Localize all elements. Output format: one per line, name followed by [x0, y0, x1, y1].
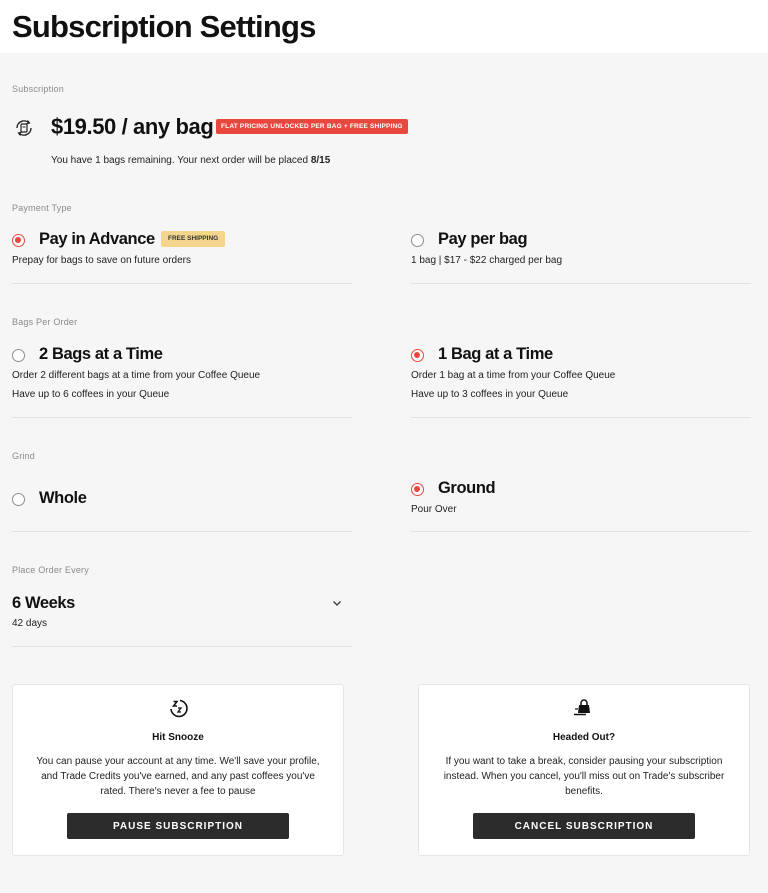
subscription-section-label: Subscription [12, 84, 64, 94]
radio-unselected[interactable] [12, 349, 25, 362]
frequency-section-label: Place Order Every [12, 565, 89, 575]
payment-option-pay-per-bag[interactable]: Pay per bag 1 bag | $17 - $22 charged pe… [411, 230, 751, 270]
bags-remaining-prefix: You have 1 bags remaining. Your next ord… [51, 155, 311, 166]
option-title: 2 Bags at a Time [39, 345, 163, 363]
cancel-subscription-button[interactable]: CANCEL SUBSCRIPTION [473, 813, 695, 839]
radio-unselected[interactable] [411, 234, 424, 247]
radio-selected[interactable] [411, 483, 424, 496]
bags-per-order-section-label: Bags Per Order [12, 317, 78, 327]
option-description: Order 2 different bags at a time from yo… [12, 370, 261, 381]
card-title: Headed Out? [552, 732, 616, 743]
card-text: If you want to take a break, consider pa… [443, 756, 725, 797]
snooze-icon [170, 699, 188, 718]
frequency-days: 42 days [12, 618, 48, 629]
header-bar: Subscription Settings [0, 0, 768, 53]
option-description: Pour Over [411, 504, 457, 515]
radio-unselected[interactable] [12, 493, 25, 506]
snooze-card: Hit Snooze You can pause your account at… [12, 684, 344, 856]
free-shipping-badge: FREE SHIPPING [161, 231, 226, 247]
next-order-date: 8/15 [310, 155, 331, 166]
option-description: Prepay for bags to save on future orders [12, 255, 191, 266]
departing-bag-icon [574, 699, 590, 716]
divider [12, 283, 352, 284]
divider [411, 531, 751, 532]
grind-option-ground[interactable]: Ground Pour Over [411, 479, 751, 519]
grind-option-whole[interactable]: Whole [12, 489, 352, 513]
option-description-secondary: Have up to 6 coffees in your Queue [12, 389, 170, 400]
divider [411, 417, 751, 418]
option-title: 1 Bag at a Time [438, 345, 553, 363]
bags-option-1-bag[interactable]: 1 Bag at a Time Order 1 bag at a time fr… [411, 345, 751, 405]
card-title: Hit Snooze [152, 732, 204, 743]
option-description-secondary: Have up to 3 coffees in your Queue [411, 389, 569, 400]
promo-badge: FLAT PRICING UNLOCKED PER BAG + FREE SHI… [216, 119, 408, 134]
option-description: 1 bag | $17 - $22 charged per bag [411, 255, 563, 266]
option-title: Pay per bag [438, 230, 528, 248]
bags-remaining-text: You have 1 bags remaining. Your next ord… [51, 155, 330, 166]
option-title: Ground [438, 479, 496, 497]
cancel-card: Headed Out? If you want to take a break,… [418, 684, 750, 856]
bags-option-2-bags[interactable]: 2 Bags at a Time Order 2 different bags … [12, 345, 352, 405]
page-title: Subscription Settings [12, 9, 316, 44]
pause-subscription-button[interactable]: PAUSE SUBSCRIPTION [67, 813, 289, 839]
radio-selected[interactable] [411, 349, 424, 362]
divider [411, 283, 751, 284]
divider [12, 417, 352, 418]
radio-selected[interactable] [12, 234, 25, 247]
frequency-select-value[interactable]: 6 Weeks [12, 594, 75, 613]
subscription-refresh-icon [16, 120, 32, 136]
grind-section-label: Grind [12, 451, 36, 461]
option-title: Whole [39, 489, 87, 507]
divider [12, 531, 352, 532]
divider [12, 646, 352, 647]
subscription-price: $19.50 / any bag [51, 114, 214, 139]
option-title: Pay in Advance [39, 230, 155, 248]
card-text: You can pause your account at any time. … [36, 756, 320, 797]
option-description: Order 1 bag at a time from your Coffee Q… [411, 370, 616, 381]
chevron-down-icon[interactable] [331, 597, 343, 609]
payment-type-section-label: Payment Type [12, 203, 72, 213]
